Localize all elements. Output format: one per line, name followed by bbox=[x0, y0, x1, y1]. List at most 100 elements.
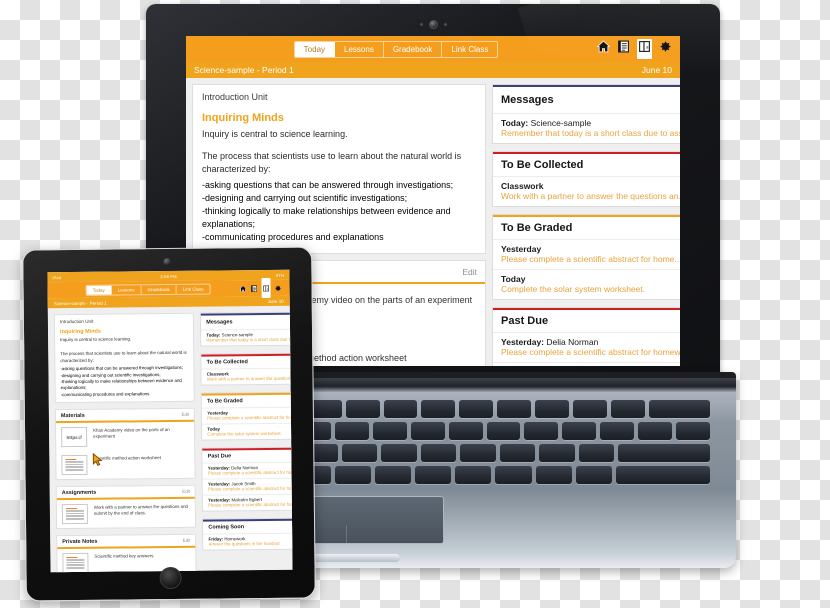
feed-item-subtitle: Please complete a scientific abstract fo… bbox=[208, 501, 293, 508]
lesson-intro: Inquiry is central to science learning. bbox=[202, 129, 348, 139]
feed-item[interactable]: Yesterday: Malcolm Egbert Please complet… bbox=[203, 493, 293, 511]
section-title: Private Notes bbox=[62, 538, 98, 546]
lesson-card: Introduction Unit Inquiring Minds Inquir… bbox=[53, 312, 196, 404]
resource-label: Khan Academy video on the parts of an ex… bbox=[93, 426, 170, 439]
feed-item-text: Yesterday: Jacob Smith Please complete a… bbox=[208, 480, 293, 491]
toolbar-icons: a bbox=[596, 39, 672, 59]
panel-title: Coming Soon bbox=[208, 524, 245, 531]
tablet-home-button[interactable] bbox=[159, 566, 182, 590]
feed-item[interactable]: Today Complete the solar system workshee… bbox=[202, 422, 293, 440]
panel-title: To Be Collected bbox=[501, 159, 584, 171]
feed-item[interactable]: Yesterday: Jacob Smith Please complete a… bbox=[202, 477, 293, 495]
tab-gradebook[interactable]: Gradebook bbox=[141, 284, 177, 294]
tab-gradebook[interactable]: Gradebook bbox=[384, 41, 443, 57]
feed-item-text: Yesterday: Malcolm Egbert Please complet… bbox=[208, 496, 293, 508]
feed-item[interactable]: Yesterday: Jacob Smith Please complete a… bbox=[493, 362, 680, 366]
main-tabs[interactable]: Today Lessons Gradebook Link Class bbox=[293, 40, 499, 58]
feed-item[interactable]: Yesterday: Delia Norman Please complete … bbox=[493, 332, 680, 362]
home-icon[interactable] bbox=[596, 40, 611, 58]
edit-link[interactable]: Edit bbox=[181, 412, 189, 417]
settings-gear-icon[interactable] bbox=[274, 279, 281, 297]
feed-item[interactable]: Today: Science-sample Remember that toda… bbox=[493, 113, 680, 143]
panel-title: Messages bbox=[206, 319, 233, 326]
current-date: June 10 bbox=[641, 65, 672, 75]
feed-item-title: Yesterday: Delia Norman bbox=[501, 337, 599, 347]
tab-link-class[interactable]: Link Class bbox=[177, 284, 210, 293]
lesson-card: Introduction Unit Inquiring Minds Inquir… bbox=[192, 84, 487, 255]
edit-link[interactable]: Edit bbox=[462, 267, 477, 277]
class-name: Science-sample - Period 1 bbox=[194, 65, 294, 75]
roster-icon[interactable] bbox=[617, 40, 630, 58]
svg-text:a: a bbox=[646, 45, 649, 51]
panel-header: To Be Graded bbox=[202, 394, 293, 407]
toolbar-icons: a bbox=[239, 277, 281, 299]
dictionary-icon[interactable]: a bbox=[637, 39, 652, 59]
content-columns: Introduction Unit Inquiring Minds Inquir… bbox=[48, 306, 293, 573]
activity-column: Messages+ Today: Science-sample Remember… bbox=[200, 311, 293, 572]
resource-label: Scientific method action worksheet bbox=[93, 455, 161, 461]
resource-label: Work with a partner to answer the questi… bbox=[93, 503, 189, 516]
panel-title: To Be Graded bbox=[207, 398, 243, 405]
tablet-device: iPad 2:58 PM 97% Today Lessons Gradebook Li… bbox=[22, 246, 316, 602]
resource-row[interactable]: Work with a partner to answer the questi… bbox=[57, 499, 196, 528]
feed-item-subtitle: Please complete a scientific abstract fo… bbox=[501, 254, 680, 264]
document-thumbnail-icon[interactable] bbox=[62, 552, 89, 573]
link-thumbnail-icon[interactable]: https:// bbox=[61, 426, 103, 467]
feed-item[interactable]: Friday: Homework Answer the questions in… bbox=[203, 532, 293, 550]
status-carrier: iPad bbox=[52, 274, 62, 280]
tablet-screen: iPad 2:58 PM 97% Today Lessons Gradebook Li… bbox=[47, 269, 293, 573]
feed-item-text: Classwork Work with a partner to answer … bbox=[207, 371, 293, 381]
resource-row[interactable]: Scientific method action worksheet bbox=[56, 450, 195, 479]
feed-item[interactable]: Yesterday Please complete a scientific a… bbox=[202, 406, 293, 424]
main-tabs[interactable]: Today Lessons Gradebook Link Class bbox=[85, 283, 211, 296]
settings-gear-icon[interactable] bbox=[659, 40, 672, 58]
feed-item[interactable]: Yesterday Please complete a scientific a… bbox=[493, 239, 680, 269]
class-context-bar: Science-sample - Period 1 June 10 bbox=[186, 62, 680, 78]
panel-title: Past Due bbox=[207, 453, 232, 460]
edit-link[interactable]: Edit bbox=[182, 489, 190, 494]
feed-item-text: Today Complete the solar system workshee… bbox=[501, 274, 680, 294]
feed-item-text: Classwork Work with a partner to answer … bbox=[501, 181, 680, 201]
lesson-bullet: -thinking logically to make relationship… bbox=[202, 206, 451, 230]
tab-link-class[interactable]: Link Class bbox=[442, 42, 497, 57]
feed-item-title: Classwork bbox=[501, 181, 544, 191]
document-lines bbox=[65, 458, 84, 472]
lesson-paragraph: The process that scientists use to learn… bbox=[202, 151, 462, 175]
panel-title: To Be Collected bbox=[206, 359, 248, 366]
panel-title: To Be Graded bbox=[501, 222, 573, 234]
feed-item-text: Today: Science-sample Remember that toda… bbox=[501, 118, 680, 138]
feed-item[interactable]: Yesterday: Delia Norman Please complete … bbox=[202, 461, 293, 479]
document-thumbnail-icon[interactable] bbox=[61, 503, 89, 525]
feed-item-subtitle: Please complete a scientific abstract fo… bbox=[207, 469, 293, 476]
feed-item-subtitle: Please complete a scientific abstract fo… bbox=[501, 347, 680, 357]
app-toolbar: Today Lessons Gradebook Link Class a bbox=[186, 36, 680, 62]
tab-lessons[interactable]: Lessons bbox=[335, 41, 384, 57]
tab-today[interactable]: Today bbox=[86, 285, 112, 295]
feed-item[interactable]: Classwork Work with a partner to answer … bbox=[493, 176, 680, 206]
document-thumbnail-icon[interactable] bbox=[61, 454, 88, 476]
tablet-camera-icon bbox=[163, 257, 172, 267]
resource-row[interactable]: https:// Khan Academy video on the parts … bbox=[56, 422, 195, 467]
section-materials: Materials Edit https:// Khan Academy vide… bbox=[54, 407, 196, 481]
section-assignments: Assignments Edit Work with a partner to … bbox=[55, 484, 197, 530]
document-lines bbox=[65, 507, 84, 521]
resource-label: Scientific method key answers bbox=[94, 553, 154, 559]
home-icon[interactable] bbox=[239, 279, 247, 297]
panel-header: Messages+ bbox=[493, 87, 680, 113]
feed-item-subtitle: Remember that today is a short class due… bbox=[501, 128, 680, 138]
feed-item[interactable]: Classwork Work with a partner to answer … bbox=[201, 367, 293, 385]
tab-lessons[interactable]: Lessons bbox=[111, 284, 142, 295]
feed-item-subtitle: Complete the solar system worksheet. bbox=[207, 430, 282, 437]
edit-link[interactable]: Edit bbox=[183, 538, 191, 543]
feed-item[interactable]: Today: Science-sample Remember that toda… bbox=[201, 328, 293, 346]
roster-icon[interactable] bbox=[250, 279, 258, 297]
tab-today[interactable]: Today bbox=[294, 41, 336, 57]
section-private-notes: Private Notes Edit Scientific method key… bbox=[56, 533, 197, 573]
lesson-bullet: -communicating procedures and explanatio… bbox=[60, 390, 150, 397]
feed-item[interactable]: Today Complete the solar system workshee… bbox=[493, 269, 680, 299]
dictionary-icon[interactable]: a bbox=[261, 277, 271, 299]
feed-item-text: Today Complete the solar system workshee… bbox=[207, 426, 292, 437]
section-title: Materials bbox=[60, 412, 85, 420]
panel-header: To Be Collected bbox=[202, 355, 293, 368]
current-date: June 10 bbox=[267, 298, 284, 304]
